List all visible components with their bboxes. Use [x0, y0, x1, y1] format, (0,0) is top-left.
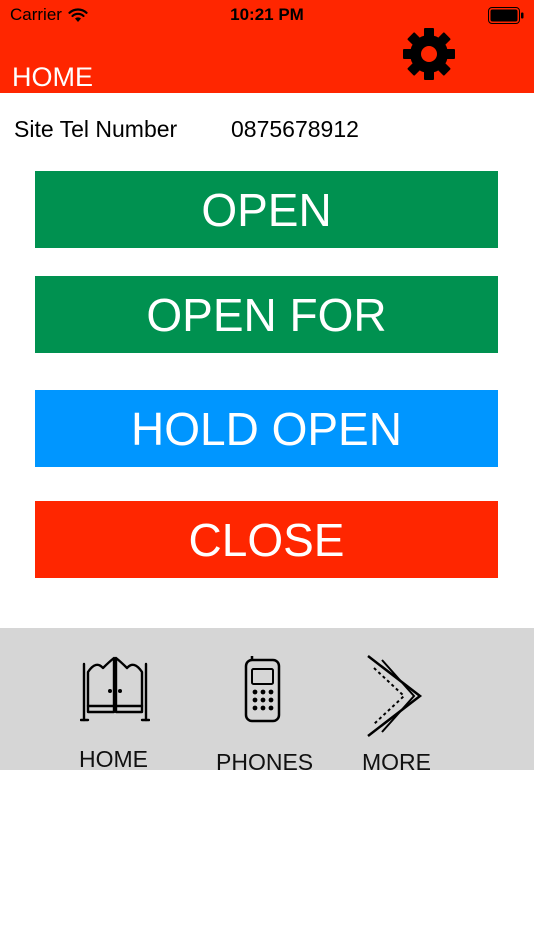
close-button[interactable]: CLOSE [35, 501, 498, 578]
site-tel-label: Site Tel Number [14, 116, 178, 142]
tab-phones[interactable]: PHONES [210, 628, 320, 775]
header-bar: Carrier 10:21 PM HOME [0, 0, 534, 93]
tab-home-label: HOME [79, 746, 148, 772]
tab-more[interactable]: MORE [358, 628, 438, 775]
hold-open-button[interactable]: HOLD OPEN [35, 390, 498, 467]
tab-home[interactable]: HOME [66, 628, 162, 772]
site-tel-value: 0875678912 [231, 116, 359, 142]
tab-more-label: MORE [362, 749, 431, 775]
tab-bar: HOME PHONES MORE [0, 628, 534, 775]
battery-icon [488, 7, 524, 24]
mobile-phone-icon [244, 656, 281, 723]
saloon-doors-icon [80, 656, 150, 722]
gear-icon[interactable] [398, 25, 460, 83]
open-button[interactable]: OPEN [35, 171, 498, 248]
page-title: HOME [12, 62, 93, 92]
status-time: 10:21 PM [230, 5, 304, 24]
open-for-button[interactable]: OPEN FOR [35, 276, 498, 353]
chevron-right-icon [367, 655, 423, 737]
tab-phones-label: PHONES [216, 749, 314, 775]
